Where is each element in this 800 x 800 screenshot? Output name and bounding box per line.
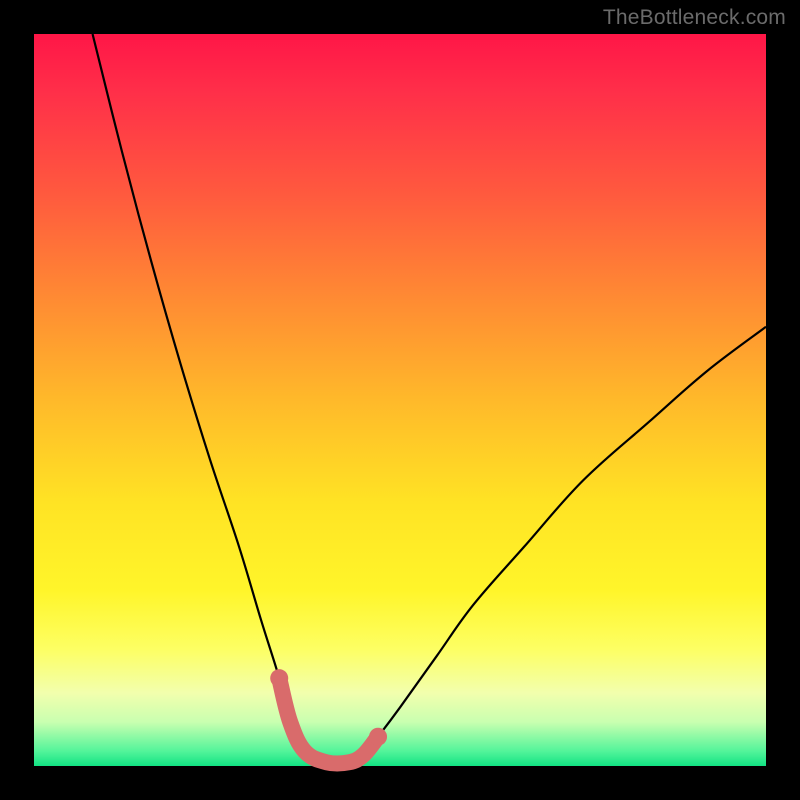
- optimal-range-highlight: [279, 678, 378, 763]
- watermark-text: TheBottleneck.com: [603, 6, 786, 30]
- highlight-endpoint: [369, 728, 387, 746]
- chart-plot-area: [34, 34, 766, 766]
- chart-svg: [34, 34, 766, 766]
- chart-frame: TheBottleneck.com: [0, 0, 800, 800]
- bottleneck-curve: [93, 34, 766, 764]
- highlight-endpoint: [270, 669, 288, 687]
